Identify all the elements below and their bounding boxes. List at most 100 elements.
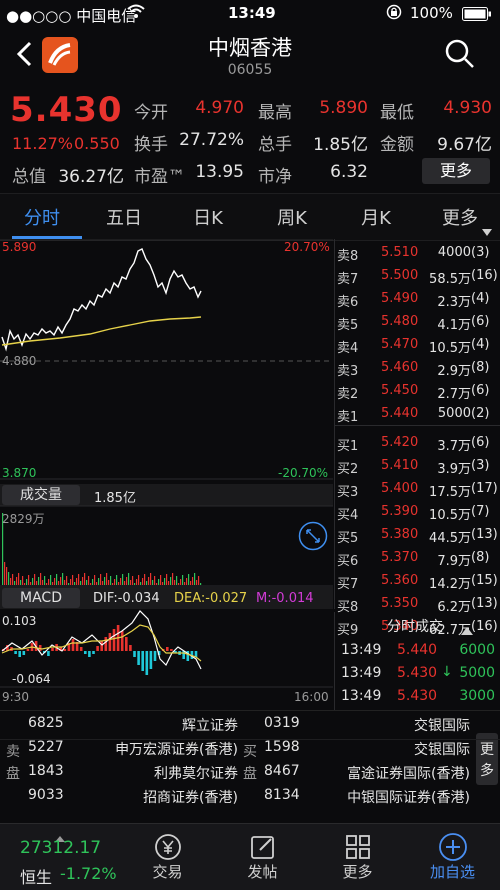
- bid-row[interactable]: 买7 5.360 14.2万 (15): [335, 569, 500, 592]
- volume-bar: [106, 573, 108, 585]
- level-label: 卖4: [337, 341, 359, 356]
- volume-bar: [46, 583, 48, 585]
- buy-broker-row[interactable]: 0319 交银国际: [264, 715, 474, 739]
- chevron-up-icon[interactable]: [461, 620, 473, 639]
- ask-row[interactable]: 卖1 5.440 5000 (2): [335, 402, 500, 425]
- trade-time: 13:49: [341, 688, 382, 704]
- level-price: 5.400: [381, 481, 419, 496]
- level-volume: 2.3万: [437, 295, 471, 310]
- battery-text: 100%: [410, 4, 453, 22]
- price-line: [1, 248, 202, 352]
- level-volume: 17.5万: [429, 485, 471, 500]
- macd-bar: [71, 639, 75, 651]
- volume-bar: [152, 580, 154, 585]
- search-icon[interactable]: [444, 38, 476, 74]
- index-change: -1.72%: [60, 864, 117, 883]
- volume-bar: [62, 573, 64, 585]
- volume-bar: [126, 577, 128, 585]
- bid-row[interactable]: 买5 5.380 44.5万 (13): [335, 523, 500, 546]
- sell-broker-row[interactable]: 9033 招商证券(香港): [28, 787, 238, 811]
- bid-row[interactable]: 买3 5.400 17.5万 (17): [335, 477, 500, 500]
- trade-time: 13:49: [341, 665, 382, 681]
- volume-bar: [196, 580, 198, 585]
- buy-broker-row[interactable]: 8467 富途证券国际(香港): [264, 763, 474, 787]
- macd-toggle-button[interactable]: MACD: [2, 588, 80, 608]
- volume-bar: [10, 578, 12, 585]
- more-menu-button[interactable]: 更多: [310, 824, 405, 890]
- broker-name: 利弗莫尔证券: [154, 766, 238, 782]
- volume-bar: [86, 580, 88, 585]
- sell-broker-row[interactable]: 5227 申万宏源证券(香港): [28, 739, 238, 763]
- volume-bar: [78, 574, 80, 585]
- tick-trades: 分时成交 13:49 5.440 6000 13:49 5.430 ↓ 5000 13:49 5…: [334, 612, 500, 710]
- sell-broker-row[interactable]: 1843 利弗莫尔证券: [28, 763, 238, 787]
- book-divider: [335, 425, 500, 426]
- level-volume: 4000: [437, 245, 471, 260]
- ask-row[interactable]: 卖2 5.450 2.7万 (6): [335, 379, 500, 402]
- trade-button[interactable]: 交易: [120, 824, 215, 890]
- axis-mid-price: 4.880: [2, 354, 37, 368]
- level-count: (6): [471, 383, 490, 398]
- bid-row[interactable]: 买4 5.390 10.5万 (7): [335, 500, 500, 523]
- tab-intraday[interactable]: 分时: [2, 204, 82, 230]
- post-button[interactable]: 发帖: [215, 824, 310, 890]
- volume-bar: [38, 577, 40, 585]
- volume-bar: [54, 578, 56, 585]
- bid-row[interactable]: 买2 5.410 3.9万 (3): [335, 454, 500, 477]
- level-label: 卖8: [337, 249, 359, 264]
- nav-bar: 中烟香港 06055: [0, 28, 500, 86]
- volume-bar: [154, 576, 156, 585]
- bottom-toolbar: 27312.17 恒生 -1.72% 交易 发帖 更多 加自选: [0, 823, 500, 890]
- tab-weekly-k[interactable]: 周K: [252, 204, 332, 230]
- level-count: (13): [471, 527, 498, 542]
- volume-bar: [90, 583, 92, 585]
- volume-bar: [142, 578, 144, 585]
- tab-monthly-k[interactable]: 月K: [336, 204, 416, 230]
- broker-id: 1843: [28, 763, 64, 779]
- ask-row[interactable]: 卖6 5.490 2.3万 (4): [335, 287, 500, 310]
- hsi-index-widget[interactable]: 27312.17 恒生 -1.72%: [0, 824, 118, 890]
- ask-row[interactable]: 卖7 5.500 58.5万 (16): [335, 264, 500, 287]
- volume-bar: [42, 580, 44, 585]
- ask-row[interactable]: 卖4 5.470 10.5万 (4): [335, 333, 500, 356]
- level-label: 买3: [337, 485, 359, 500]
- ask-row[interactable]: 卖3 5.460 2.9万 (8): [335, 356, 500, 379]
- macd-bar: [153, 651, 157, 661]
- tab-daily-k[interactable]: 日K: [168, 204, 248, 230]
- broker-id: 8134: [264, 787, 300, 803]
- volume-bar: [6, 567, 8, 585]
- app-logo-icon[interactable]: [42, 37, 78, 73]
- axis-bottom-pct: -20.70%: [278, 466, 329, 480]
- ask-row[interactable]: 卖5 5.480 4.1万 (6): [335, 310, 500, 333]
- volume-bar: [140, 582, 142, 585]
- volume-value: 1.85亿: [313, 135, 368, 155]
- volume-bar: [162, 582, 164, 585]
- volume-bar: [52, 582, 54, 585]
- ask-row[interactable]: 卖8 5.510 4000 (3): [335, 241, 500, 264]
- level-volume: 10.5万: [429, 341, 471, 356]
- dif-value: DIF:-0.034: [93, 591, 160, 606]
- sell-broker-row[interactable]: 6825 辉立证券: [28, 715, 238, 739]
- more-button[interactable]: 更多: [422, 158, 490, 184]
- volume-bar: [66, 576, 68, 585]
- bid-row[interactable]: 买1 5.420 3.7万 (6): [335, 431, 500, 454]
- volume-bar: [104, 577, 106, 585]
- volume-toggle-button[interactable]: 成交量: [2, 485, 80, 505]
- tab-five-day[interactable]: 五日: [84, 204, 164, 230]
- wifi-icon: [126, 3, 146, 23]
- volume-bar: [180, 579, 182, 585]
- level-price: 5.480: [381, 314, 419, 329]
- level-label: 卖2: [337, 387, 359, 402]
- buy-broker-row[interactable]: 1598 交银国际: [264, 739, 474, 763]
- intraday-chart[interactable]: 5.890 20.70% 4.880 3.870 -20.70% 成交量 1.8…: [0, 239, 333, 709]
- broker-more-button[interactable]: 更 多: [476, 733, 498, 785]
- add-watchlist-button[interactable]: 加自选: [405, 824, 500, 890]
- macd-histogram: [2, 625, 198, 675]
- macd-bar: [112, 629, 116, 651]
- fullscreen-icon[interactable]: [298, 521, 328, 555]
- more-menu-label: 更多: [342, 863, 373, 881]
- back-button[interactable]: [14, 40, 34, 72]
- buy-broker-row[interactable]: 8134 中银国际证券(香港): [264, 787, 474, 811]
- level-volume: 58.5万: [429, 272, 471, 287]
- bid-row[interactable]: 买6 5.370 7.9万 (8): [335, 546, 500, 569]
